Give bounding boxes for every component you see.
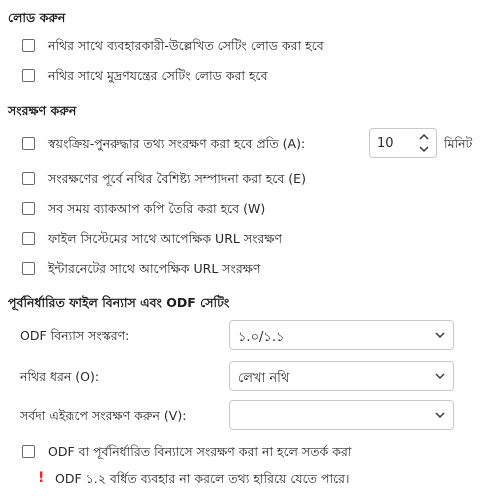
autorecover-unit-label: মিনিট (444, 136, 473, 151)
load-section-header: লোড করুন (8, 10, 66, 25)
odf-warning-text: ODF ১.২ বর্ধিত ব্যবহার না করলে তথ্য হারি… (55, 471, 350, 486)
always-save-as-label: সর্বদা এইরূপে সংরক্ষণ করুন (V): (20, 408, 187, 423)
relative-url-internet-checkbox[interactable] (22, 262, 35, 275)
autorecover-label[interactable]: স্বয়ংক্রিয়-পুনরুদ্ধার তথ্য সংরক্ষণ করা… (48, 136, 305, 156)
edit-properties-label[interactable]: সংরক্ষণের পূর্বে নথির বৈশিষ্ট্য সম্পাদনা… (48, 171, 306, 191)
default-formats-header: পূর্বনির্ধারিত ফাইল বিন্যাস এবং ODF সেটি… (8, 295, 230, 310)
load-user-settings-checkbox[interactable] (22, 39, 35, 52)
odf-version-value: ১.০/১.১ (238, 330, 285, 345)
relative-url-internet-label[interactable]: ইন্টারনেটের সাথে আপেক্ষিক URL সংরক্ষণ (48, 261, 260, 281)
chevron-down-icon (435, 412, 445, 418)
warn-non-odf-checkbox[interactable] (22, 445, 35, 458)
autorecover-minutes-value: 10 (377, 136, 394, 151)
doc-type-value: লেখা নথি (238, 371, 290, 386)
relative-url-filesystem-checkbox[interactable] (22, 232, 35, 245)
exclamation-icon: ! (38, 470, 45, 486)
load-printer-settings-checkbox[interactable] (22, 69, 35, 82)
save-section-header: সংরক্ষণ করুন (8, 103, 77, 118)
edit-properties-checkbox[interactable] (22, 172, 35, 185)
chevron-up-icon[interactable] (418, 132, 430, 142)
backup-copy-checkbox[interactable] (22, 202, 35, 215)
chevron-down-icon (435, 373, 445, 379)
load-printer-settings-label[interactable]: নথির সাথে মুদ্রণযন্ত্রের সেটিং লোড করা হ… (48, 68, 268, 88)
doc-type-label: নথির ধরন (O): (20, 369, 100, 384)
relative-url-filesystem-label[interactable]: ফাইল সিস্টেমের সাথে আপেক্ষিক URL সংরক্ষণ (48, 231, 282, 251)
odf-version-select[interactable]: ১.০/১.১ (229, 320, 454, 350)
odf-version-label: ODF বিন্যাস সংস্করণ: (20, 328, 130, 343)
load-user-settings-label[interactable]: নথির সাথে ব্যবহারকারী-উল্লেখিত সেটিং লোড… (48, 38, 324, 58)
backup-copy-label[interactable]: সব সময় ব্যাকআপ কপি তৈরি করা হবে (W) (48, 201, 265, 221)
warn-non-odf-label[interactable]: ODF বা পূর্বনির্ধারিত বিন্যাসে সংরক্ষণ ক… (48, 444, 352, 464)
chevron-down-icon (435, 332, 445, 338)
always-save-as-select[interactable] (229, 400, 454, 430)
autorecover-checkbox[interactable] (22, 137, 35, 150)
chevron-down-icon[interactable] (418, 144, 430, 154)
doc-type-select[interactable]: লেখা নথি (229, 361, 454, 391)
autorecover-minutes-spinner[interactable]: 10 (369, 128, 437, 158)
